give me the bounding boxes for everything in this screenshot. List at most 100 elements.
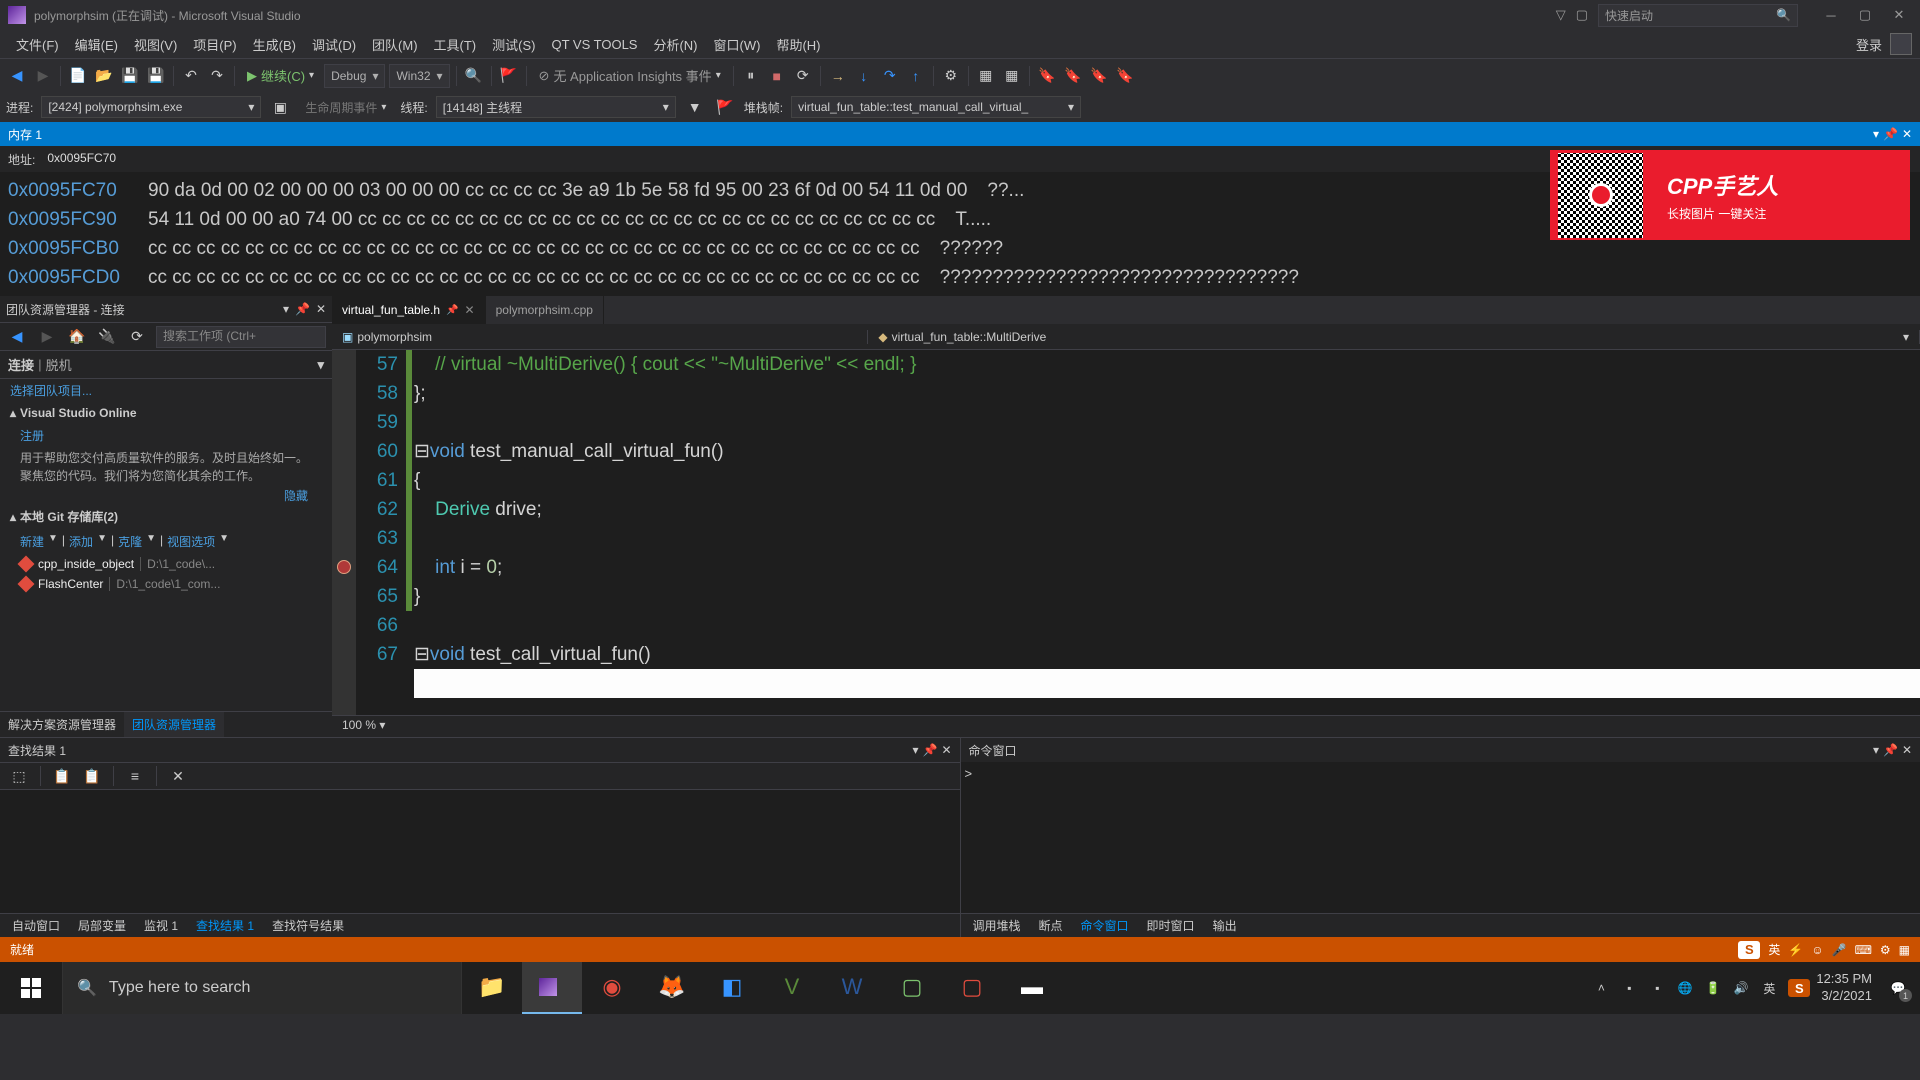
bookmark-icon[interactable]: 🔖 — [1036, 65, 1058, 87]
new-repo-link[interactable]: 新建 — [20, 533, 44, 550]
plug-icon[interactable]: 🔌 — [96, 326, 118, 348]
hex-icon[interactable]: ▦ — [975, 65, 997, 87]
bookmark-clear-icon[interactable]: 🔖 — [1114, 65, 1136, 87]
stop-icon[interactable]: ■ — [766, 65, 788, 87]
continue-button[interactable]: ▶ 继续(C) ▾ — [241, 64, 320, 88]
process-combo[interactable]: [2424] polymorphsim.exe▾ — [41, 96, 261, 118]
dropdown-icon[interactable]: ▾ — [283, 302, 289, 316]
notifications-icon[interactable]: ▽ — [1556, 7, 1566, 23]
lifecycle-icon[interactable]: ▣ — [269, 96, 291, 118]
thread-combo[interactable]: [14148] 主线程▾ — [436, 96, 676, 118]
menu-view[interactable]: 视图(V) — [126, 31, 185, 58]
tab-locals[interactable]: 局部变量 — [72, 915, 132, 936]
redo-icon[interactable]: ↷ — [206, 65, 228, 87]
app-icon[interactable]: ◉ — [582, 962, 642, 1014]
sogou-tray-icon[interactable]: S — [1788, 979, 1806, 997]
menu-build[interactable]: 生成(B) — [245, 31, 304, 58]
platform-combo[interactable]: Win32 ▾ — [389, 64, 449, 88]
vscode-icon[interactable]: ◧ — [702, 962, 762, 1014]
menu-team[interactable]: 团队(M) — [364, 31, 426, 58]
word-icon[interactable]: W — [822, 962, 882, 1014]
login-link[interactable]: 登录 — [1856, 35, 1882, 54]
tab-find-symbols[interactable]: 查找符号结果 — [266, 915, 350, 936]
menu-window[interactable]: 窗口(W) — [706, 31, 769, 58]
tab-immediate[interactable]: 即时窗口 — [1141, 915, 1201, 936]
dropdown-icon[interactable]: ▾ — [1873, 127, 1879, 141]
pin-icon[interactable]: 📌 — [1883, 127, 1898, 141]
undo-icon[interactable]: ↶ — [180, 65, 202, 87]
config-combo[interactable]: Debug ▾ — [324, 64, 385, 88]
vim-icon[interactable]: V — [762, 962, 822, 1014]
view-options-link[interactable]: 视图选项 — [167, 533, 215, 550]
feedback-icon[interactable]: ▢ — [1576, 7, 1588, 23]
git-repos-header[interactable]: ▴ 本地 Git 存储库(2) — [0, 504, 332, 529]
forward-icon[interactable]: ▶ — [36, 326, 58, 348]
pin-icon[interactable]: 📌 — [922, 743, 937, 757]
tab-team-explorer[interactable]: 团队资源管理器 — [124, 712, 224, 737]
tools-icon[interactable]: ⚙ — [940, 65, 962, 87]
menu-analyze[interactable]: 分析(N) — [645, 31, 705, 58]
dropdown-icon[interactable]: ▾ — [1873, 743, 1879, 757]
volume-icon[interactable]: 🔊 — [1732, 981, 1750, 995]
code-text[interactable]: // virtual ~MultiDerive() { cout << "~Mu… — [414, 350, 1920, 715]
pin-icon[interactable]: 📌 — [446, 305, 458, 316]
firefox-icon[interactable]: 🦊 — [642, 962, 702, 1014]
maximize-button[interactable]: ▢ — [1852, 5, 1878, 25]
step-into-icon[interactable]: ↓ — [853, 65, 875, 87]
tray-up-icon[interactable]: ˄ — [1592, 981, 1610, 995]
tab-breakpoints[interactable]: 断点 — [1033, 915, 1069, 936]
pin-icon[interactable]: 📌 — [295, 302, 310, 316]
pause-icon[interactable]: ⏸ — [740, 65, 762, 87]
quick-launch-input[interactable]: 快速启动 🔍 — [1598, 4, 1798, 27]
pin-icon[interactable]: 📌 — [1883, 743, 1898, 757]
breakpoint-icon[interactable] — [337, 560, 351, 574]
menu-debug[interactable]: 调试(D) — [304, 31, 364, 58]
choose-project-link[interactable]: 选择团队项目... — [0, 379, 332, 402]
battery-icon[interactable]: 🔋 — [1704, 981, 1722, 995]
vs-icon[interactable] — [522, 962, 582, 1014]
menu-qt[interactable]: QT VS TOOLS — [543, 33, 645, 56]
find-icon[interactable]: 🔍 — [463, 65, 485, 87]
home-icon[interactable]: 🏠 — [66, 326, 88, 348]
vsonline-header[interactable]: ▴ Visual Studio Online — [0, 402, 332, 424]
scope-combo[interactable]: ◆ virtual_fun_table::MultiDerive▾ — [868, 330, 1920, 344]
find-results-body[interactable] — [0, 790, 960, 913]
network-icon[interactable]: 🌐 — [1676, 981, 1694, 995]
ime-icon[interactable]: ⚡ — [1788, 943, 1803, 957]
menu-test[interactable]: 测试(S) — [484, 31, 543, 58]
dropdown-icon[interactable]: ▾ — [912, 743, 918, 757]
file-tab[interactable]: virtual_fun_table.h 📌✕ — [332, 296, 486, 324]
app3-icon[interactable]: ▢ — [942, 962, 1002, 1014]
copy-icon[interactable]: 📋 — [51, 765, 73, 787]
tab-callstack[interactable]: 调用堆栈 — [967, 915, 1027, 936]
emoji-icon[interactable]: ☺ — [1811, 943, 1823, 957]
paste-icon[interactable]: 📋 — [81, 765, 103, 787]
file-tab[interactable]: polymorphsim.cpp — [486, 296, 604, 324]
project-combo[interactable]: ▣ polymorphsim — [332, 330, 868, 344]
flag-icon[interactable]: 🚩 — [498, 65, 520, 87]
app2-icon[interactable]: ▢ — [882, 962, 942, 1014]
step-out-icon[interactable]: ↑ — [905, 65, 927, 87]
code-editor[interactable]: 5758596061626364656667 // virtual ~Multi… — [332, 350, 1920, 715]
save-all-icon[interactable]: 💾 — [145, 65, 167, 87]
tab-command-window[interactable]: 命令窗口 — [1075, 915, 1135, 936]
connect-section-header[interactable]: 连接 | 脱机 ▾ — [0, 350, 332, 379]
close-icon[interactable]: ✕ — [1902, 127, 1912, 141]
menu-help[interactable]: 帮助(H) — [768, 31, 828, 58]
repo-item[interactable]: cpp_inside_objectD:\1_code\... — [0, 554, 332, 574]
menu-file[interactable]: 文件(F) — [8, 31, 67, 58]
tab-watch[interactable]: 监视 1 — [138, 915, 184, 936]
menu-edit[interactable]: 编辑(E) — [67, 31, 126, 58]
sogou-icon[interactable]: S — [1738, 941, 1760, 959]
mic-icon[interactable]: 🎤 — [1832, 943, 1847, 957]
tray-app1-icon[interactable]: ▪ — [1620, 981, 1638, 995]
clear-icon[interactable]: ✕ — [167, 765, 189, 787]
add-repo-link[interactable]: 添加 — [69, 533, 93, 550]
tab-autos[interactable]: 自动窗口 — [6, 915, 66, 936]
ime-lang[interactable]: 英 — [1768, 941, 1780, 958]
stackframe-combo[interactable]: virtual_fun_table::test_manual_call_virt… — [791, 96, 1081, 118]
bookmark-next-icon[interactable]: 🔖 — [1062, 65, 1084, 87]
menu-project[interactable]: 项目(P) — [185, 31, 244, 58]
chevron-down-icon[interactable]: ▾ — [317, 357, 324, 373]
close-icon[interactable]: ✕ — [316, 302, 326, 316]
